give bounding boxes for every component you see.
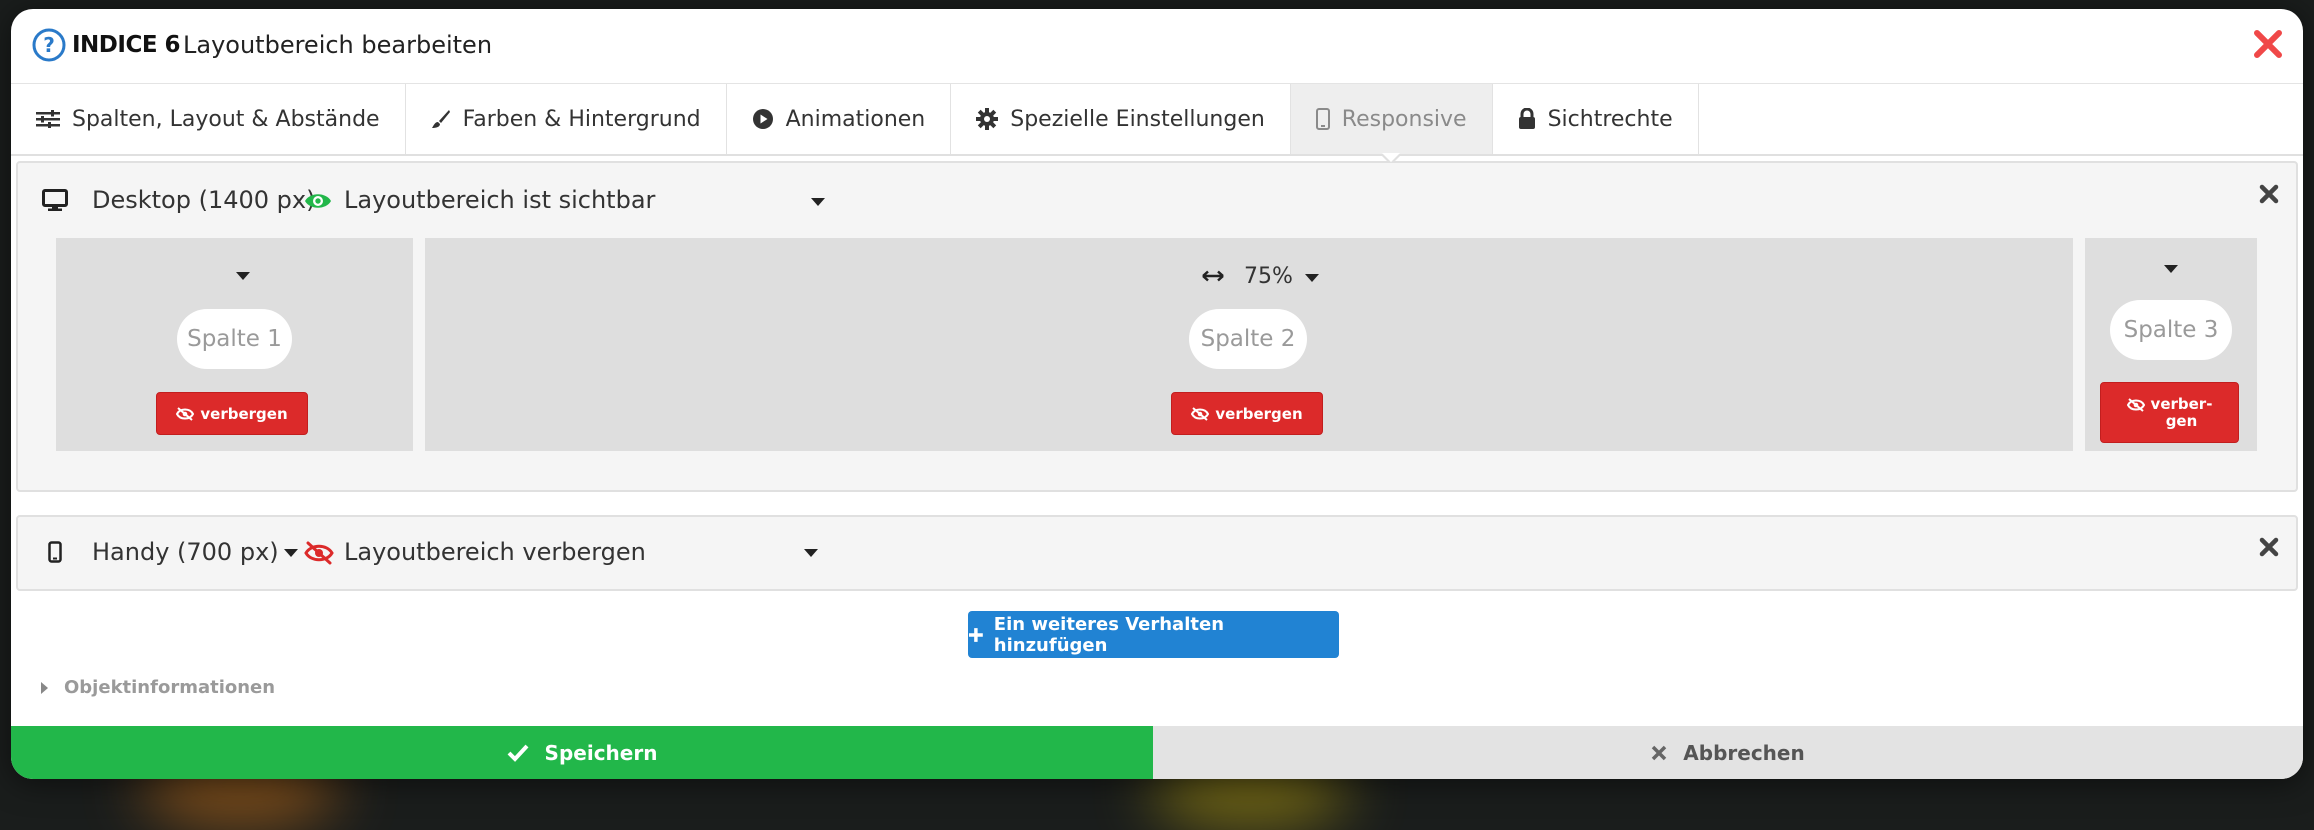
hide-column-button[interactable]: verber- gen [2100,382,2239,443]
hide-button-label: verbergen [200,404,288,423]
eye-slash-icon [304,541,334,565]
column-width-caret[interactable] [236,272,250,280]
add-behavior-button[interactable]: Ein weiteres Verhalten hinzufügen [968,611,1339,658]
hide-button-label: verbergen [1215,404,1303,423]
tab-animations[interactable]: Animationen [727,84,952,154]
object-info-label: Objektinformationen [64,677,276,698]
remove-behavior-icon[interactable] [2258,183,2280,205]
tab-responsive[interactable]: Responsive [1290,84,1493,165]
column-name-pill: Spalte 3 [2110,300,2232,360]
hide-column-button[interactable]: verbergen [156,392,308,435]
edit-dialog: ? INDICE 6 Layoutbereich bearbeiten Spal… [11,9,2303,779]
svg-text:?: ? [43,33,55,57]
hide-button-label: verber- gen [2150,394,2213,430]
brush-icon [431,110,450,128]
tab-bar: Spalten, Layout & Abstände Farben & Hint… [11,84,2303,165]
device-dropdown-caret[interactable] [284,549,298,557]
width-arrows-icon [1202,270,1224,282]
tab-label: Responsive [1341,106,1467,132]
lock-icon [1518,108,1535,129]
play-icon [752,109,773,129]
column-name-pill: Spalte 1 [177,309,292,369]
tab-columns-layout[interactable]: Spalten, Layout & Abstände [11,84,406,154]
hide-column-button[interactable]: verbergen [1171,392,1323,435]
column-box-2: 75% Spalte 2 verbergen [425,238,2073,451]
dialog-footer: Speichern Abbrechen [11,726,2303,779]
remove-behavior-icon[interactable] [2258,536,2280,558]
visibility-dropdown-caret[interactable] [804,549,818,557]
column-name-pill: Spalte 2 [1189,309,1307,369]
visibility-select-label[interactable]: Layoutbereich ist sichtbar [344,184,655,216]
cancel-button[interactable]: Abbrechen [1153,726,2303,779]
check-icon [507,744,529,762]
close-icon[interactable] [2251,27,2285,61]
tab-special-settings[interactable]: Spezielle Einstellungen [951,84,1291,154]
device-select-label[interactable]: Handy (700 px) [92,536,279,568]
eye-icon [305,194,331,208]
eye-slash-icon [176,406,195,421]
behavior-panel-mobile: Handy (700 px) Layoutbereich verbergen [16,515,2298,591]
tab-label: Sichtrechte [1547,106,1673,132]
dialog-header: ? INDICE 6 Layoutbereich bearbeiten [11,9,2303,84]
column-width-caret[interactable] [1305,274,1319,282]
element-id: INDICE 6 [72,32,181,58]
column-box-1: Spalte 1 verbergen [56,238,413,451]
tab-label: Spalten, Layout & Abstände [72,106,380,132]
tab-label: Spezielle Einstellungen [1010,106,1265,132]
column-width-caret[interactable] [2164,265,2178,273]
device-select-label[interactable]: Desktop (1400 px) [92,184,315,216]
cancel-label: Abbrechen [1683,740,1805,765]
save-label: Speichern [544,740,658,765]
visibility-dropdown-caret[interactable] [811,198,825,206]
eye-slash-icon [2126,397,2145,412]
expand-arrow-icon [41,681,48,694]
eye-slash-icon [1191,406,1210,421]
help-icon[interactable]: ? [32,28,66,62]
column-width-label[interactable]: 75% [1244,262,1293,292]
sliders-icon [36,110,60,128]
object-info-toggle[interactable]: Objektinformationen [41,677,275,698]
gear-icon [976,108,999,130]
tab-label: Animationen [785,106,926,132]
tab-permissions[interactable]: Sichtrechte [1493,84,1699,154]
column-box-3: Spalte 3 verber- gen [2085,238,2257,451]
phone-icon [48,541,62,563]
tab-colors-background[interactable]: Farben & Hintergrund [406,84,727,154]
save-button[interactable]: Speichern [11,726,1153,779]
plus-icon [968,627,983,642]
dialog-title: Layoutbereich bearbeiten [183,31,493,59]
tab-label: Farben & Hintergrund [462,106,701,132]
phone-icon [1315,108,1330,130]
add-behavior-label: Ein weiteres Verhalten hinzufügen [993,613,1225,656]
close-icon [1652,745,1667,760]
visibility-select-label[interactable]: Layoutbereich verbergen [344,536,646,568]
desktop-icon [42,189,68,211]
